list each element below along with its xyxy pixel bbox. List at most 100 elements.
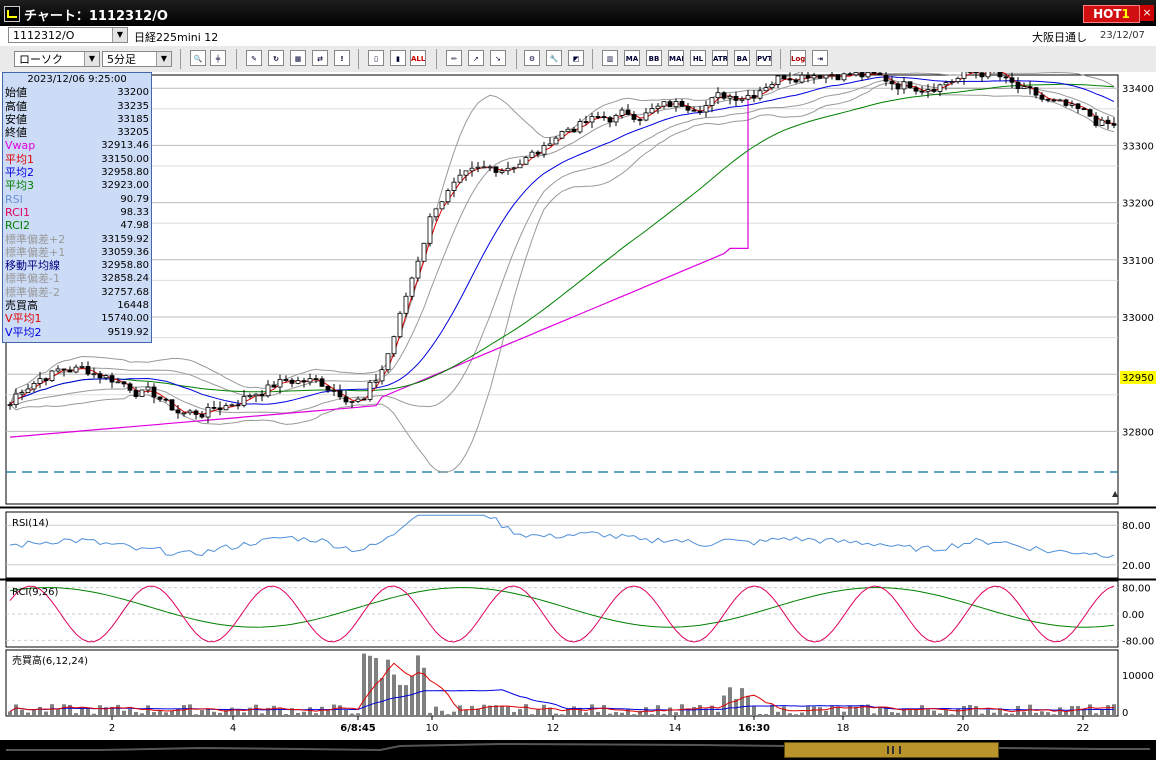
cursor-cross-icon[interactable]: ╪ — [210, 50, 226, 66]
hl-icon[interactable]: HL — [690, 50, 706, 66]
candle-up — [655, 105, 661, 109]
candle-down — [1063, 99, 1069, 106]
symbol-select[interactable]: 1112312/O ▼ — [8, 27, 128, 43]
alert-icon[interactable]: ! — [334, 50, 350, 66]
zoom-icon[interactable]: 🔍 — [190, 50, 206, 66]
rsi-tick-label: 20.00 — [1122, 561, 1151, 572]
candle-down — [193, 410, 199, 415]
candle-down — [721, 92, 727, 99]
candle-up — [31, 383, 37, 390]
volume-bar — [482, 704, 486, 716]
volume-bar — [752, 705, 756, 716]
candle-up — [19, 392, 25, 395]
color-icon[interactable]: ◩ — [568, 50, 584, 66]
candle-down — [907, 81, 913, 89]
chart-grid-icon[interactable]: ▦ — [290, 50, 306, 66]
volume-bar — [620, 712, 624, 716]
close-button[interactable]: × — [1140, 5, 1154, 21]
candle-down — [847, 73, 853, 76]
price-panel — [5, 74, 1119, 505]
candle-down — [913, 87, 919, 92]
volume-bar — [740, 688, 744, 716]
candle-up — [709, 97, 715, 106]
settings-icon[interactable]: ⚙ — [524, 50, 540, 66]
price-tick-label: 33000 — [1122, 313, 1154, 324]
candle-down — [1009, 77, 1015, 83]
candle-down — [1111, 123, 1117, 126]
volume-bar — [254, 704, 258, 716]
info-value: 98.33 — [120, 206, 149, 218]
candle-up — [853, 72, 859, 76]
ra-icon[interactable]: BA — [734, 50, 750, 66]
candle-down — [601, 116, 607, 118]
volume-bar — [302, 711, 306, 716]
chart-svg: 3340033300332003310033000329003280032950… — [0, 59, 1156, 734]
candle-down — [43, 378, 49, 381]
volume-bar — [758, 714, 762, 716]
arrow-icon[interactable]: ➘ — [490, 50, 506, 66]
pencil-icon[interactable]: ✏ — [446, 50, 462, 66]
candle-down — [325, 385, 331, 391]
candle-down — [1081, 108, 1087, 111]
volume-bar — [830, 705, 834, 716]
market-name: 大阪日通し — [1032, 31, 1087, 44]
all-icon[interactable]: ALL — [410, 50, 426, 66]
symbol-name: 日経225mini 12 — [134, 31, 219, 44]
candle-up — [961, 70, 967, 79]
volume-bar — [248, 707, 252, 716]
candle-down — [121, 381, 127, 385]
candle-a-icon[interactable]: ▯ — [368, 50, 384, 66]
atr-icon[interactable]: ATR — [712, 50, 728, 66]
trade-signal-icon[interactable]: ⇄ — [312, 50, 328, 66]
candle-down — [259, 393, 265, 397]
candle-b-icon[interactable]: ▮ — [390, 50, 406, 66]
pvt-icon[interactable]: PVT — [756, 50, 772, 66]
info-row: V平均2 9519.92 — [3, 326, 151, 339]
candle-up — [589, 116, 595, 123]
volume-bar — [968, 705, 972, 716]
mae-icon[interactable]: MAE — [668, 50, 684, 66]
volume-bar — [206, 708, 210, 716]
candle-up — [145, 386, 151, 391]
candle-up — [457, 174, 463, 183]
log-icon[interactable]: Log — [790, 50, 806, 66]
volume-bar — [812, 706, 816, 716]
separator — [358, 49, 359, 69]
wrench-icon[interactable]: 🔧 — [546, 50, 562, 66]
exit-icon[interactable]: ⇥ — [812, 50, 828, 66]
time-scrollbar[interactable] — [0, 740, 1156, 760]
time-tick-label: 22 — [1077, 723, 1090, 734]
scroll-thumb[interactable] — [784, 742, 999, 758]
info-label: 始値 — [5, 86, 27, 100]
candle-down — [313, 378, 319, 381]
candle-up — [505, 167, 511, 172]
hot-number: 1 — [1121, 7, 1130, 21]
hot-button[interactable]: HOT1 — [1083, 5, 1140, 23]
candle-up — [541, 145, 547, 155]
info-row: 標準偏差+1 33059.36 — [3, 246, 151, 259]
volume-bar — [542, 704, 546, 716]
info-row: 標準偏差-1 32858.24 — [3, 272, 151, 285]
pointer-icon[interactable]: ➚ — [468, 50, 484, 66]
refresh-icon[interactable]: ↻ — [268, 50, 284, 66]
candle-up — [37, 378, 43, 384]
candle-up — [487, 166, 493, 169]
chart-type-select[interactable]: ローソク ▼ — [14, 51, 100, 67]
timeframe-select[interactable]: 5分足 ▼ — [102, 51, 172, 67]
candle-up — [565, 128, 571, 132]
candle-down — [169, 399, 175, 411]
bb-icon[interactable]: BB — [646, 50, 662, 66]
candle-up — [385, 353, 391, 371]
ma-icon[interactable]: MA — [624, 50, 640, 66]
candle-down — [271, 384, 277, 388]
bar-icon[interactable]: ▥ — [602, 50, 618, 66]
volume-bar — [926, 709, 930, 716]
candle-up — [715, 92, 721, 99]
info-value: 32757.68 — [101, 286, 149, 298]
candle-up — [1021, 86, 1027, 89]
volume-bar — [932, 710, 936, 716]
candle-down — [697, 110, 703, 113]
chart-area[interactable]: 3340033300332003310033000329003280032950… — [0, 59, 1156, 740]
candle-down — [1075, 103, 1081, 109]
pen-draw-icon[interactable]: ✎ — [246, 50, 262, 66]
